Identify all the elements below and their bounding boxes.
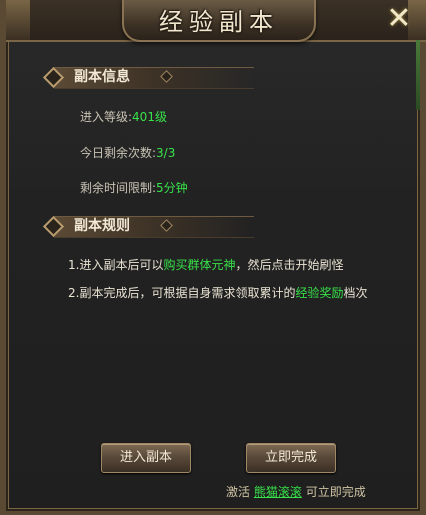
remaining-times-label: 今日剩余次数: xyxy=(80,146,157,160)
panda-link[interactable]: 熊猫滚滚 xyxy=(254,485,302,499)
complete-now-button[interactable]: 立即完成 xyxy=(246,443,336,473)
experience-dungeon-panel: 经验副本 ✕ 副本信息 进入等级:401级 今日剩余次数:3/3 剩余时间限制:… xyxy=(0,0,426,515)
rule-1-text: 1.进入副本后可以 xyxy=(68,258,164,272)
footer-prefix: 激活 xyxy=(226,485,251,499)
footer-note: 激活 熊猫滚滚 可立即完成 xyxy=(226,483,366,500)
entry-level-label: 进入等级: xyxy=(80,110,133,124)
time-limit-label: 剩余时间限制: xyxy=(80,181,157,195)
rule-1-highlight: 购买群体元神 xyxy=(163,258,236,272)
footer-suffix: 可立即完成 xyxy=(305,485,366,499)
entry-level-row: 进入等级:401级 xyxy=(80,109,167,125)
time-limit-row: 剩余时间限制:5分钟 xyxy=(80,180,188,196)
background-edge xyxy=(416,40,420,110)
rule-2-text: 2.副本完成后，可根据自身需求领取累计的 xyxy=(68,286,296,300)
entry-level-value: 401级 xyxy=(132,110,167,124)
close-icon[interactable]: ✕ xyxy=(384,4,414,34)
time-limit-value: 5分钟 xyxy=(156,181,188,195)
rule-1: 1.进入副本后可以购买群体元神，然后点击开始刷怪 xyxy=(68,257,343,273)
window-title: 经验副本 xyxy=(159,8,279,36)
rules-section-header: 副本规则 xyxy=(42,214,254,238)
frame-corner-left xyxy=(6,0,30,40)
remaining-times-value: 3/3 xyxy=(156,146,176,160)
rules-section-title: 副本规则 xyxy=(74,218,130,234)
info-section-title: 副本信息 xyxy=(74,69,130,85)
enter-dungeon-button[interactable]: 进入副本 xyxy=(101,443,191,473)
title-plate: 经验副本 xyxy=(122,0,316,42)
info-section-header: 副本信息 xyxy=(42,65,254,89)
remaining-times-row: 今日剩余次数:3/3 xyxy=(80,145,175,161)
rule-2: 2.副本完成后，可根据自身需求领取累计的经验奖励档次 xyxy=(68,285,367,301)
rule-2-highlight: 经验奖励 xyxy=(295,286,344,300)
rule-1-tail: ，然后点击开始刷怪 xyxy=(235,258,344,272)
rule-2-tail: 档次 xyxy=(343,286,368,300)
title-bar: 经验副本 xyxy=(6,0,426,42)
